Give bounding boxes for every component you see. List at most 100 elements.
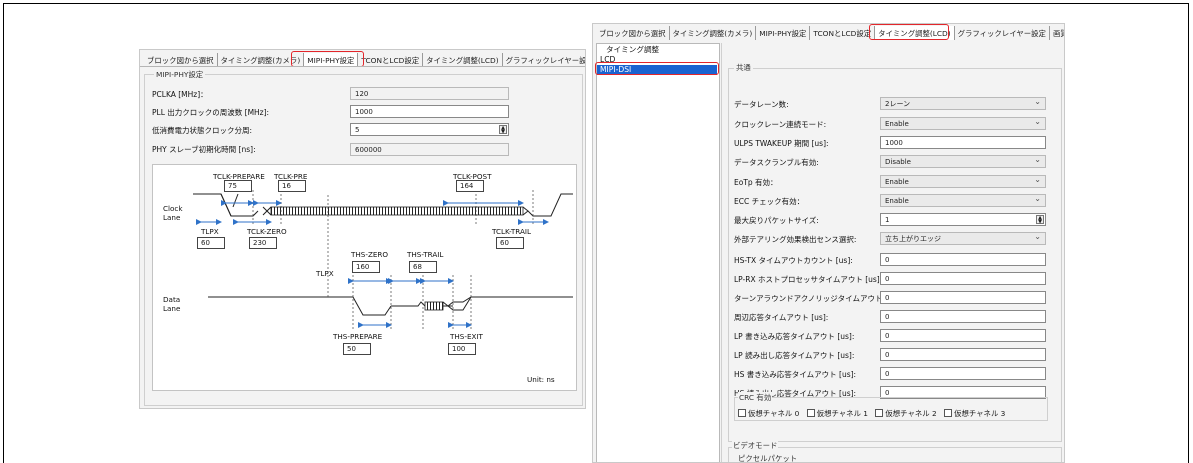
tclk-post-input[interactable]: 164 [456,180,484,192]
lcd-timing-window: ブロック図から選択 タイミング調整(カメラ) MIPI-PHY設定 TCONとL… [592,23,1065,463]
chevron-down-icon[interactable]: ⌄ [1034,98,1041,106]
crc-channel-row: 仮想チャネル 0 仮想チャネル 1 仮想チャネル 2 仮想チャネル 3 [738,408,1010,419]
tab-camera-timing[interactable]: タイミング調整(カメラ) [670,26,757,40]
mipi-dsi-form: 共通 データレーン数: 2レーン ⌄ クロックレーン連続モード: Enable ⌄ ULPS… [721,43,1064,463]
chevron-down-icon[interactable]: ⌄ [1034,118,1041,126]
crc-channel-0-checkbox[interactable]: 仮想チャネル 0 [738,409,799,418]
tab-tcon-lcd[interactable]: TCONとLCD設定 [810,26,876,40]
hs-write-timeout-value: 0 [885,370,890,378]
tab-lcd-timing[interactable]: タイミング調整(LCD) [423,53,503,67]
max-return-packet-spinbox[interactable]: 1 ▲ ▼ [880,213,1046,226]
tab-block-diagram[interactable]: ブロック図から選択 [596,26,670,40]
ths-trail-label: THS-TRAIL [407,250,444,259]
tlpx-clock-label: TLPX [201,227,219,236]
tclk-trail-input[interactable]: 60 [496,237,524,249]
lp-read-timeout-input[interactable]: 0 [880,348,1046,361]
data-lanes-dropdown[interactable]: 2レーン ⌄ [880,97,1046,110]
lp-write-timeout-value: 0 [885,332,890,340]
lp-rx-timeout-label: LP-RX ホストプロセッサタイムアウト [us]: [734,275,883,284]
tree-root[interactable]: タイミング調整 [603,45,662,55]
settings-tree: タイミング調整 LCD MIPI-DSI [596,43,720,462]
crc-channel-3-checkbox[interactable]: 仮想チャネル 3 [944,409,1005,418]
data-scramble-value: Disable [885,158,911,166]
tab-divider [140,66,585,67]
low-power-clock-divider-label: 低消費電力状態クロック分周: [152,126,253,135]
ths-exit-input[interactable]: 100 [448,343,476,355]
lp-rx-timeout-input[interactable]: 0 [880,272,1046,285]
tab-graphics-layer[interactable]: グラフィックレイヤー設定 [503,53,585,67]
tab-tcon-lcd[interactable]: TCONとLCD設定 [358,53,424,67]
right-tab-bar: ブロック図から選択 タイミング調整(カメラ) MIPI-PHY設定 TCONとL… [596,26,1064,40]
data-scramble-label: データスクランブル有効: [734,158,819,167]
lp-write-timeout-input[interactable]: 0 [880,329,1046,342]
tearing-effect-sense-value: 立ち上がりエッジ [885,235,941,243]
tab-block-diagram[interactable]: ブロック図から選択 [144,53,218,67]
eotp-enable-value: Enable [885,178,909,186]
common-section-title: 共通 [734,62,753,73]
eotp-enable-dropdown[interactable]: Enable ⌄ [880,175,1046,188]
ecc-check-dropdown[interactable]: Enable ⌄ [880,194,1046,207]
spin-arrows-icon[interactable]: ▲ ▼ [1036,215,1044,225]
spin-arrows-icon[interactable]: ▲ ▼ [499,125,507,135]
chevron-down-icon[interactable]: ⌄ [1034,156,1041,164]
pll-frequency-label: PLL 出力クロックの周波数 [MHz]: [152,108,270,117]
data-lanes-value: 2レーン [885,100,911,108]
unit-label: Unit: ns [527,375,555,384]
tab-graphics-layer[interactable]: グラフィックレイヤー設定 [955,26,1050,40]
tab-image-quality[interactable]: 画質調整 [1050,26,1064,40]
data-hs-burst [424,301,444,311]
lp-read-timeout-label: LP 読み出し応答タイムアウト [us]: [734,351,855,360]
tclk-zero-label: TCLK-ZERO [247,227,287,236]
pixel-packet-title: ピクセルパケット [738,454,798,463]
hs-write-timeout-label: HS 書き込み応答タイムアウト [us]: [734,370,857,379]
clock-lane-continuous-value: Enable [885,120,909,128]
ths-trail-input[interactable]: 68 [409,261,437,273]
ths-exit-label: THS-EXIT [450,332,483,341]
clock-lane-label: Clock Lane [163,204,183,222]
tclk-prepare-input[interactable]: 75 [224,180,252,192]
hs-write-timeout-input[interactable]: 0 [880,367,1046,380]
lp-read-timeout-value: 0 [885,351,890,359]
video-mode-title: ビデオモード [732,440,779,451]
mipi-timing-diagram: Clock Lane Data Lane TCLK-PREPARE 75 TCL… [152,164,577,391]
pll-frequency-input[interactable]: 1000 [350,105,509,118]
low-power-clock-divider-spinbox[interactable]: 5 ▲ ▼ [350,123,509,136]
data-scramble-dropdown[interactable]: Disable ⌄ [880,155,1046,168]
eotp-enable-label: EoTp 有効： [734,178,778,187]
highlight-lcd-timing-tab [869,24,949,40]
lp-rx-timeout-value: 0 [885,275,890,283]
ulps-twakeup-value: 1000 [885,139,903,147]
hs-tx-timeout-value: 0 [885,256,890,264]
clock-lane-continuous-dropdown[interactable]: Enable ⌄ [880,117,1046,130]
chevron-down-icon[interactable]: ⌄ [1034,176,1041,184]
ecc-check-label: ECC チェック有効： [734,197,805,206]
phy-slave-init-label: PHY スレーブ初期化時間 [ns]: [152,145,256,154]
low-power-clock-divider-value: 5 [355,126,360,134]
ths-zero-input[interactable]: 160 [352,261,380,273]
hs-tx-timeout-input[interactable]: 0 [880,253,1046,266]
ulps-twakeup-label: ULPS TWAKEUP 期間 [us]: [734,139,829,148]
timing-waveforms [193,190,573,330]
chevron-down-icon[interactable]: ⌄ [1034,233,1041,241]
lp-write-timeout-label: LP 書き込み応答タイムアウト [us]: [734,332,855,341]
peripheral-response-timeout-label: 周辺応答タイムアウト [us]: [734,313,829,322]
peripheral-response-timeout-value: 0 [885,313,890,321]
peripheral-response-timeout-input[interactable]: 0 [880,310,1046,323]
crc-channel-1-checkbox[interactable]: 仮想チャネル 1 [806,409,868,418]
tab-mipi-phy[interactable]: MIPI-PHY設定 [756,26,811,40]
crc-channel-2-checkbox[interactable]: 仮想チャネル 2 [875,409,937,418]
tclk-pre-input[interactable]: 16 [278,180,306,192]
ulps-twakeup-input[interactable]: 1000 [880,136,1046,149]
ecc-check-value: Enable [885,197,909,205]
tearing-effect-sense-dropdown[interactable]: 立ち上がりエッジ ⌄ [880,232,1046,245]
turnaround-ack-timeout-input[interactable]: 0 [880,291,1046,304]
ths-prepare-input[interactable]: 50 [343,343,371,355]
tclk-zero-input[interactable]: 230 [249,237,277,249]
max-return-packet-value: 1 [885,216,890,224]
group-title: MIPI-PHY設定 [154,69,206,80]
left-tab-bar: ブロック図から選択 タイミング調整(カメラ) MIPI-PHY設定 TCONとL… [144,53,585,67]
hs-tx-timeout-label: HS-TX タイムアウトカウント [us]: [734,256,853,265]
tlpx-clock-input[interactable]: 60 [197,237,225,249]
chevron-down-icon[interactable]: ⌄ [1034,195,1041,203]
ths-zero-label: THS-ZERO [351,250,389,259]
